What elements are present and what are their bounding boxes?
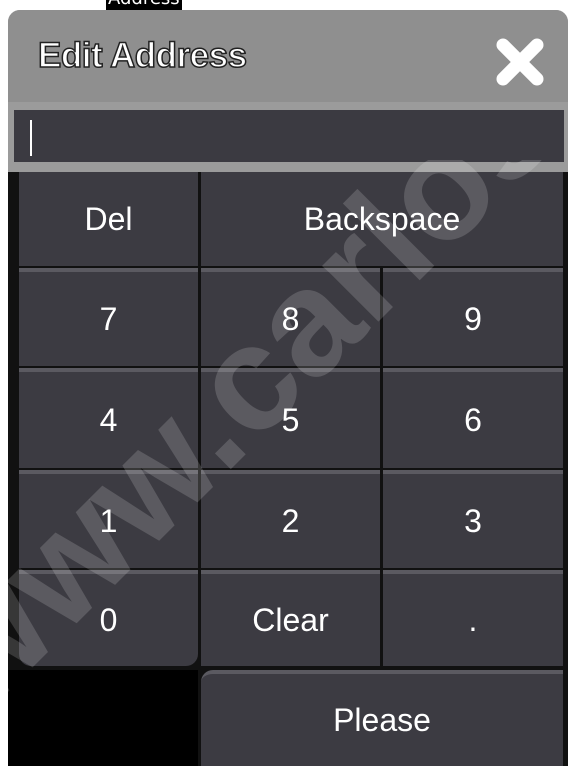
text-caret	[30, 120, 32, 156]
please-button[interactable]: Please	[201, 670, 563, 766]
key-6[interactable]: 6	[383, 368, 563, 468]
decimal-point-key[interactable]: .	[383, 570, 563, 666]
page: Address Edit Address Del Backspace 7 8 9…	[0, 0, 568, 766]
keypad: Del Backspace 7 8 9 4 5 6 1 2 3 0 Clear …	[8, 172, 568, 766]
input-strip	[8, 102, 568, 172]
dialog-title: Edit Address	[37, 35, 248, 76]
key-7[interactable]: 7	[19, 268, 198, 366]
key-4[interactable]: 4	[19, 368, 198, 468]
close-button[interactable]	[492, 34, 548, 90]
key-9[interactable]: 9	[383, 268, 563, 366]
dialog-titlebar: Edit Address	[8, 10, 568, 102]
clear-button[interactable]: Clear	[201, 570, 380, 666]
backspace-button[interactable]: Backspace	[201, 172, 563, 266]
background-window-label: Address	[106, 0, 182, 10]
key-2[interactable]: 2	[201, 470, 380, 568]
del-button[interactable]: Del	[19, 172, 198, 266]
key-3[interactable]: 3	[383, 470, 563, 568]
key-1[interactable]: 1	[19, 470, 198, 568]
empty-keypad-area	[8, 670, 198, 766]
key-0[interactable]: 0	[19, 570, 198, 666]
key-8[interactable]: 8	[201, 268, 380, 366]
close-x-icon	[496, 38, 544, 86]
edit-address-dialog: Edit Address Del Backspace 7 8 9 4 5 6 1…	[8, 10, 568, 766]
address-input[interactable]	[14, 110, 564, 162]
key-5[interactable]: 5	[201, 368, 380, 468]
